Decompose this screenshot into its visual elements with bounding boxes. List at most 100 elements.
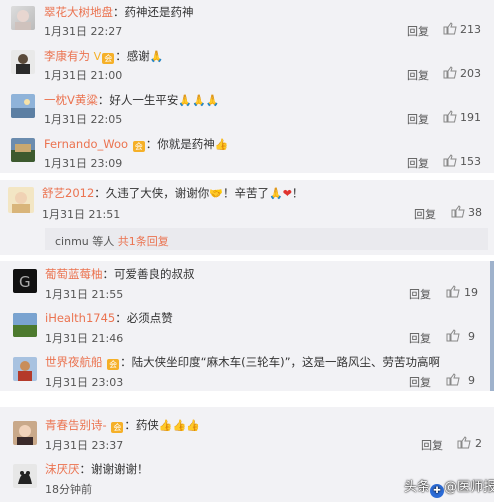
timestamp: 1月31日 21:46 (45, 332, 124, 345)
comment-text: 药神还是药神 (124, 5, 194, 19)
like-count: 191 (460, 111, 481, 124)
reply-button[interactable]: 回复 (414, 206, 436, 222)
timestamp: 1月31日 22:05 (44, 113, 123, 126)
thumbs-up-icon[interactable] (443, 154, 457, 167)
avatar[interactable] (11, 50, 35, 74)
comment-line: 李康有为 V 会：感谢🙏 (44, 49, 163, 64)
username[interactable]: 一枕V黄粱 (44, 93, 98, 107)
thumbs-emoji: 👍👍👍 (158, 419, 200, 432)
avatar-image: G (19, 273, 31, 291)
reply-button[interactable]: 回复 (407, 111, 429, 127)
reply-button[interactable]: 回复 (407, 155, 429, 171)
avatar[interactable] (8, 187, 34, 213)
view-replies-link[interactable]: 共1条回复 (118, 235, 169, 248)
timestamp: 1月31日 23:03 (45, 376, 124, 389)
avatar-image (11, 144, 35, 162)
comment-text: 可爱善良的叔叔 (114, 267, 195, 281)
comment-line: 沫厌厌：谢谢谢谢！ (45, 462, 149, 476)
sub-reply-user[interactable]: cinmu (55, 235, 89, 248)
comment-line: 青春告别诗- 会：药侠👍👍👍 (45, 418, 200, 433)
avatar[interactable] (11, 138, 35, 162)
like-count: 38 (468, 206, 482, 219)
thumbs-up-icon[interactable] (443, 110, 457, 123)
like-count: 9 (468, 330, 475, 343)
timestamp: 1月31日 21:00 (44, 69, 123, 82)
avatar[interactable] (11, 6, 35, 30)
vip-badge-icon: 会 (102, 53, 115, 64)
thumbs-up-icon[interactable] (451, 205, 465, 218)
username[interactable]: 葡萄蓝莓柚 (45, 267, 103, 281)
avatar-image (11, 99, 35, 118)
comment-line: 世界夜航船 会：陆大侠坐印度“麻木车(三轮车)”，这是一路风尘、劳苦功高啊 (45, 355, 440, 370)
username[interactable]: 舒艺2012 (42, 186, 94, 200)
hug-emoji: 🤝 (209, 187, 223, 200)
reply-button[interactable]: 回复 (407, 23, 429, 39)
comment-line: 翠花大树地盘：药神还是药神 (44, 5, 194, 19)
avatar-image (17, 425, 33, 445)
thumbs-up-icon[interactable] (457, 436, 471, 449)
reply-button[interactable]: 回复 (409, 330, 431, 346)
thumbs-up-icon[interactable] (443, 66, 457, 79)
separator: ： (124, 418, 136, 432)
reply-button[interactable]: 回复 (409, 374, 431, 390)
avatar[interactable] (11, 94, 35, 118)
comment-line: Fernando_Woo 会：你就是药神👍 (44, 137, 228, 152)
separator: ： (115, 311, 127, 325)
reply-button[interactable]: 回复 (407, 67, 429, 83)
comment-text: 谢谢谢谢！ (91, 462, 149, 476)
timestamp: 18分钟前 (45, 483, 92, 496)
username[interactable]: 青春告别诗- (45, 418, 107, 432)
comment-text: 必须点赞 (126, 311, 173, 325)
sub-reply-mid: 等人 (88, 235, 118, 248)
pray-emoji: 🙏🙏🙏 (178, 94, 220, 107)
comment-text-2: ！辛苦了 (222, 186, 269, 200)
thumbs-up-icon[interactable] (446, 285, 460, 298)
avatar-image (15, 10, 31, 30)
username[interactable]: 翠花大树地盘 (44, 5, 113, 19)
username[interactable]: 世界夜航船 (45, 355, 103, 369)
comment-text-3: ！ (291, 186, 304, 200)
sub-reply-summary: cinmu 等人 共1条回复 (55, 233, 169, 249)
thumbs-up-icon[interactable] (446, 373, 460, 386)
pray-emoji: 🙏 (149, 50, 164, 63)
username[interactable]: 沫厌厌 (45, 462, 80, 476)
thumbs-up-icon[interactable] (446, 329, 460, 342)
username[interactable]: Fernando_Woo (44, 137, 128, 151)
watermark-prefix: 头条 (404, 480, 431, 495)
avatar-image (18, 471, 32, 484)
timestamp: 1月31日 23:09 (44, 157, 123, 170)
comment-text: 久违了大侠，谢谢你 (105, 186, 210, 200)
like-count: 203 (460, 67, 481, 80)
comment-text: 好人一生平安 (109, 93, 179, 107)
timestamp: 1月31日 22:27 (44, 25, 123, 38)
separator: ： (94, 186, 106, 200)
comment-text: 药侠 (135, 418, 159, 432)
svg-text:G: G (19, 273, 31, 291)
thumbs-up-icon[interactable] (443, 22, 457, 35)
like-count: 19 (464, 286, 478, 299)
comment-line: 舒艺2012：久违了大侠，谢谢你🤝！辛苦了🙏❤！ (42, 186, 303, 201)
avatar[interactable] (13, 421, 37, 445)
avatar[interactable] (13, 313, 37, 337)
reply-button[interactable]: 回复 (421, 437, 443, 453)
username[interactable]: iHealth1745 (45, 311, 115, 325)
avatar[interactable]: G (13, 269, 37, 293)
avatar-image (13, 313, 37, 337)
separator: ： (79, 462, 92, 476)
like-count: 9 (468, 374, 475, 387)
username[interactable]: 李康有为 (44, 49, 90, 63)
separator: ： (120, 355, 132, 369)
doctor-logo-icon: ✚ (430, 484, 445, 498)
like-count: 213 (460, 23, 481, 36)
thumbs-emoji: 👍 (214, 138, 229, 151)
avatar[interactable] (13, 357, 37, 381)
avatar[interactable] (13, 464, 37, 488)
avatar-image (18, 361, 32, 381)
vip-badge-icon: 会 (107, 359, 120, 370)
reply-button[interactable]: 回复 (409, 286, 431, 302)
watermark-handle: @医师报 (444, 480, 494, 495)
separator: ： (97, 93, 110, 107)
vip-badge-icon: 会 (111, 422, 124, 433)
avatar-image (12, 192, 30, 213)
comment-text: 你就是药神 (157, 137, 215, 151)
